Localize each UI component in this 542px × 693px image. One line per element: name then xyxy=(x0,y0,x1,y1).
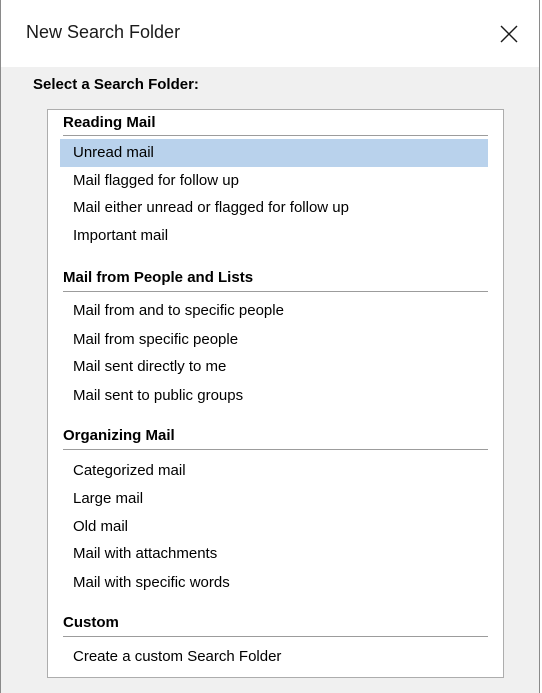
list-item-mail-from-specific-people[interactable]: Mail from specific people xyxy=(60,326,488,354)
close-button[interactable] xyxy=(479,0,539,67)
group-divider xyxy=(63,135,488,137)
list-item-mail-with-specific-words[interactable]: Mail with specific words xyxy=(60,569,488,597)
list-item-mail-with-attachments[interactable]: Mail with attachments xyxy=(60,540,488,568)
group-divider xyxy=(63,449,488,451)
search-folder-listbox[interactable]: Reading Mail Unread mail Mail flagged fo… xyxy=(47,109,504,678)
group-header-mail-from-people-and-lists: Mail from People and Lists xyxy=(63,269,254,286)
list-item-mail-unread-or-flagged[interactable]: Mail either unread or flagged for follow… xyxy=(60,194,488,222)
close-icon xyxy=(500,25,518,42)
list-item-unread-mail[interactable]: Unread mail xyxy=(60,139,488,167)
new-search-folder-dialog: New Search Folder Select a Search Folder… xyxy=(0,0,540,693)
group-divider xyxy=(63,636,488,638)
window-title: New Search Folder xyxy=(26,22,181,42)
list-item-mail-sent-to-public-groups[interactable]: Mail sent to public groups xyxy=(60,382,488,410)
title-bar: New Search Folder xyxy=(1,0,539,67)
group-header-organizing-mail: Organizing Mail xyxy=(63,427,175,444)
list-item-mail-flagged-for-follow-up[interactable]: Mail flagged for follow up xyxy=(60,167,488,195)
list-item-mail-from-and-to-specific-people[interactable]: Mail from and to specific people xyxy=(60,297,488,325)
select-search-folder-label: Select a Search Folder: xyxy=(33,76,199,93)
list-item-important-mail[interactable]: Important mail xyxy=(60,222,488,250)
list-item-large-mail[interactable]: Large mail xyxy=(60,485,488,513)
list-item-create-custom-search-folder[interactable]: Create a custom Search Folder xyxy=(60,643,488,671)
list-item-mail-sent-directly-to-me[interactable]: Mail sent directly to me xyxy=(60,353,488,381)
group-header-custom: Custom xyxy=(63,614,119,631)
list-item-old-mail[interactable]: Old mail xyxy=(60,513,488,541)
group-divider xyxy=(63,291,488,293)
group-header-reading-mail: Reading Mail xyxy=(63,114,156,131)
list-item-categorized-mail[interactable]: Categorized mail xyxy=(60,457,488,485)
